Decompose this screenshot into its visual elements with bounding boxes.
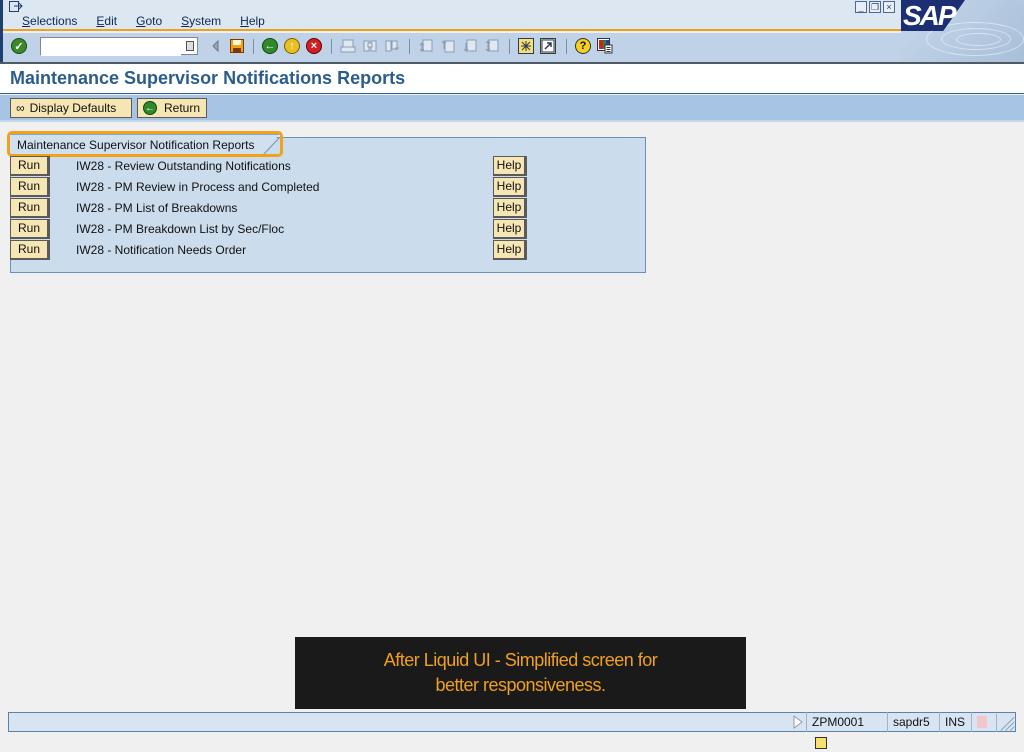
minimize-button[interactable]: _ (855, 1, 867, 13)
help-button[interactable]: Help (493, 177, 527, 197)
menu-bar: Selections Edit Goto System Help _ ❐ × (3, 0, 901, 31)
page-title: Maintenance Supervisor Notifications Rep… (10, 68, 406, 88)
find-next-icon[interactable] (384, 38, 400, 54)
system-menu-icon[interactable] (9, 1, 23, 13)
help-icon[interactable]: ? (575, 38, 591, 54)
menu-edit[interactable]: Edit (96, 14, 117, 28)
server-name: sapdr5 (887, 712, 939, 732)
history-icon[interactable] (186, 41, 194, 51)
run-button[interactable]: Run (10, 198, 50, 218)
status-light-icon (977, 716, 987, 728)
system-toolbar: ✓ ← ↑ × ? (3, 33, 901, 62)
first-page-icon[interactable] (418, 38, 434, 54)
annotation-banner: After Liquid UI - Simplified screen for … (295, 637, 746, 709)
next-page-icon[interactable] (462, 38, 478, 54)
cancel-icon[interactable]: × (306, 38, 322, 54)
create-session-icon[interactable] (518, 38, 534, 54)
glasses-icon: ∞ (16, 101, 25, 115)
resize-grip-icon[interactable] (996, 714, 1016, 732)
shortcut-icon[interactable] (540, 38, 556, 54)
run-button[interactable]: Run (10, 219, 50, 239)
back-triangle-icon[interactable] (208, 38, 224, 54)
back-arrow-icon: ← (143, 101, 157, 115)
status-expand-icon[interactable] (792, 715, 804, 729)
menu-help[interactable]: Help (240, 14, 265, 28)
help-button[interactable]: Help (493, 198, 527, 218)
customize-layout-icon[interactable] (597, 38, 613, 54)
enter-icon[interactable]: ✓ (11, 38, 27, 54)
report-label: IW28 - PM Breakdown List by Sec/Floc (76, 222, 285, 236)
close-window-button[interactable]: × (883, 1, 895, 13)
save-icon[interactable] (229, 38, 245, 54)
run-button[interactable]: Run (10, 240, 50, 260)
input-mode[interactable]: INS (939, 712, 971, 732)
report-label: IW28 - PM Review in Process and Complete… (76, 180, 320, 194)
run-button[interactable]: Run (10, 156, 50, 176)
display-defaults-button[interactable]: ∞ Display Defaults (10, 98, 132, 118)
previous-page-icon[interactable] (440, 38, 456, 54)
status-indicator (971, 712, 994, 732)
exit-icon[interactable]: ↑ (284, 38, 300, 54)
back-icon[interactable]: ← (262, 38, 278, 54)
banner-line-1: After Liquid UI - Simplified screen for (383, 650, 658, 670)
last-page-icon[interactable] (484, 38, 500, 54)
help-button[interactable]: Help (493, 219, 527, 239)
report-label: IW28 - Notification Needs Order (76, 243, 247, 257)
title-bar: Maintenance Supervisor Notifications Rep… (0, 64, 1024, 94)
run-button[interactable]: Run (10, 177, 50, 197)
restore-button[interactable]: ❐ (869, 1, 881, 13)
application-toolbar: ∞ Display Defaults ← Return (0, 95, 1024, 122)
session-list-icon[interactable] (815, 736, 827, 749)
help-button[interactable]: Help (493, 156, 527, 176)
command-input[interactable] (41, 40, 181, 56)
group-title-highlight (7, 131, 283, 157)
help-button[interactable]: Help (493, 240, 527, 260)
command-field[interactable] (40, 37, 198, 56)
sap-logo: SAP (901, 0, 1024, 62)
menu-goto[interactable]: Goto (136, 14, 162, 28)
banner-line-2: better responsiveness. (435, 675, 606, 695)
menu-system[interactable]: System (181, 14, 221, 28)
report-label: IW28 - PM List of Breakdowns (76, 201, 238, 215)
report-label: IW28 - Review Outstanding Notifications (76, 159, 291, 173)
print-icon[interactable] (340, 38, 356, 54)
return-button[interactable]: ← Return (137, 98, 207, 118)
find-icon[interactable] (362, 38, 378, 54)
transaction-code: ZPM0001 (806, 712, 887, 749)
menu-selections[interactable]: Selections (22, 14, 77, 28)
